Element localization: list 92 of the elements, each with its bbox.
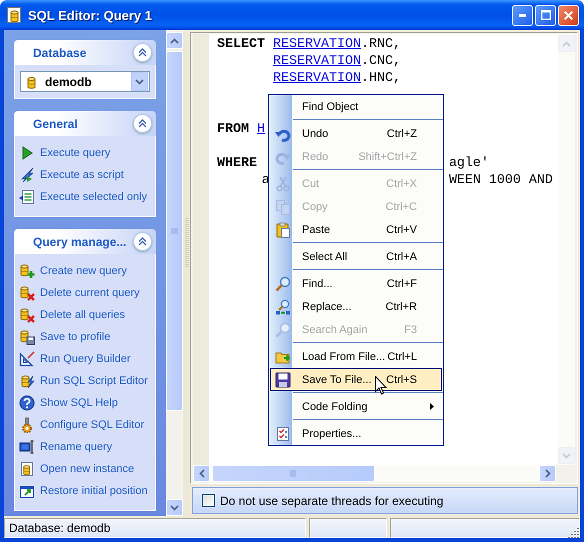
panel-title: Database xyxy=(32,46,86,60)
status-text: Database: demodb xyxy=(4,518,306,538)
caret-down-icon xyxy=(170,504,179,510)
menu-item[interactable]: Replace... Ctrl+R xyxy=(270,295,442,318)
database-page-icon xyxy=(19,461,35,477)
scissors-icon xyxy=(274,176,290,192)
maximize-icon xyxy=(540,10,550,20)
pages-icon xyxy=(274,198,290,214)
menu-item[interactable]: Properties... xyxy=(270,422,442,445)
chevrons-up-icon xyxy=(137,236,148,247)
caret-left-icon xyxy=(198,469,204,478)
scroll-thumb[interactable] xyxy=(212,465,374,482)
code-text: agle' xyxy=(448,155,489,172)
task-link[interactable]: Execute selected only xyxy=(18,186,152,208)
menu-item[interactable]: Select All Ctrl+A xyxy=(270,245,442,268)
task-link[interactable]: Delete current query xyxy=(18,282,152,304)
scroll-thumb[interactable] xyxy=(166,51,183,411)
table-name-link[interactable]: RESERVATION xyxy=(272,71,361,86)
code-line: WHERE xyxy=(217,155,258,172)
menu-item[interactable]: Load From File... Ctrl+L xyxy=(270,345,442,368)
help-icon xyxy=(19,395,35,411)
task-link[interactable]: Show SQL Help xyxy=(18,392,152,414)
panel-title: Query manage... xyxy=(32,234,126,248)
magnifier-arrow-icon xyxy=(274,298,290,314)
task-link[interactable]: Execute query xyxy=(18,142,152,164)
minimize-button[interactable] xyxy=(512,4,533,26)
grip-icon xyxy=(290,470,297,477)
gear-icon xyxy=(19,417,35,433)
window-title: SQL Editor: Query 1 xyxy=(28,8,154,22)
menu-item[interactable]: Find Object xyxy=(270,95,442,118)
code-line: RESERVATION.HNC, xyxy=(272,70,401,87)
database-page-icon xyxy=(6,6,22,24)
collapse-button[interactable] xyxy=(133,232,152,251)
mouse-pointer-icon xyxy=(375,376,387,395)
code-text: WEEN 1000 AND xyxy=(448,172,553,189)
splitter-grip-icon xyxy=(184,218,188,268)
menu-item[interactable]: Paste Ctrl+V xyxy=(270,218,442,241)
database-cross-icon xyxy=(19,285,35,301)
dropdown-button[interactable] xyxy=(131,72,148,91)
table-name-link[interactable]: RESERVATION xyxy=(272,54,361,69)
task-link[interactable]: Open new instance xyxy=(18,458,152,480)
caret-up-icon xyxy=(170,38,179,44)
document-list-icon xyxy=(19,189,35,205)
menu-item[interactable]: Save To File... Ctrl+S xyxy=(270,368,442,391)
code-line: SELECT RESERVATION.RNC, xyxy=(217,36,401,53)
task-link[interactable]: Execute as script xyxy=(18,164,152,186)
properties-icon xyxy=(274,426,290,442)
resize-grip-icon xyxy=(568,526,580,538)
caret-icon xyxy=(135,78,144,84)
caret-right-icon xyxy=(544,469,550,478)
database-lightning-icon xyxy=(19,373,35,389)
code-line: FROM H xyxy=(217,121,265,138)
table-name-link[interactable]: RESERVATION xyxy=(273,37,361,52)
task-link[interactable]: Run Query Builder xyxy=(18,348,152,370)
submenu-arrow-icon xyxy=(430,403,434,410)
maximize-button[interactable] xyxy=(535,4,556,26)
collapse-button[interactable] xyxy=(133,114,152,133)
lightning-icon xyxy=(19,167,35,183)
database-plus-icon xyxy=(19,263,35,279)
minimize-icon xyxy=(519,14,526,16)
task-link[interactable]: Create new query xyxy=(18,260,152,282)
checkbox-label: Do not use separate threads for executing xyxy=(220,494,444,508)
chevrons-up-icon xyxy=(137,47,148,58)
rename-box-icon xyxy=(19,439,35,455)
table-name-link[interactable]: H xyxy=(257,122,265,137)
code-line: RESERVATION.CNC, xyxy=(272,53,401,70)
task-link[interactable]: Delete all queries xyxy=(18,304,152,326)
scroll-right-button[interactable] xyxy=(539,465,556,482)
task-link[interactable]: Save to profile xyxy=(18,326,152,348)
database-dropdown[interactable]: demodb xyxy=(20,71,150,92)
checkbox[interactable] xyxy=(202,494,215,507)
caret-down-icon xyxy=(562,452,571,458)
task-link[interactable]: Configure SQL Editor xyxy=(18,414,152,436)
database-disk-icon xyxy=(19,329,35,345)
caret-up-icon xyxy=(562,40,571,46)
collapse-button[interactable] xyxy=(133,43,152,62)
menu-item[interactable]: Code Folding xyxy=(270,395,442,418)
task-link[interactable]: Rename query xyxy=(18,436,152,458)
menu-item[interactable]: Undo Ctrl+Z xyxy=(270,122,442,145)
close-button[interactable] xyxy=(558,4,579,26)
task-link[interactable]: Run SQL Script Editor xyxy=(18,370,152,392)
clipboard-icon xyxy=(274,222,290,238)
scroll-left-button[interactable] xyxy=(193,465,210,482)
chevrons-up-icon xyxy=(137,118,148,129)
magnifier-icon xyxy=(274,322,290,338)
grip-icon xyxy=(171,228,178,234)
task-link[interactable]: Restore initial position xyxy=(18,480,152,502)
panel-title: General xyxy=(32,116,78,130)
magnifier-icon xyxy=(274,276,290,292)
close-icon xyxy=(564,10,573,20)
database-cross-icon xyxy=(19,307,35,323)
menu-item[interactable]: Find... Ctrl+F xyxy=(270,272,442,295)
